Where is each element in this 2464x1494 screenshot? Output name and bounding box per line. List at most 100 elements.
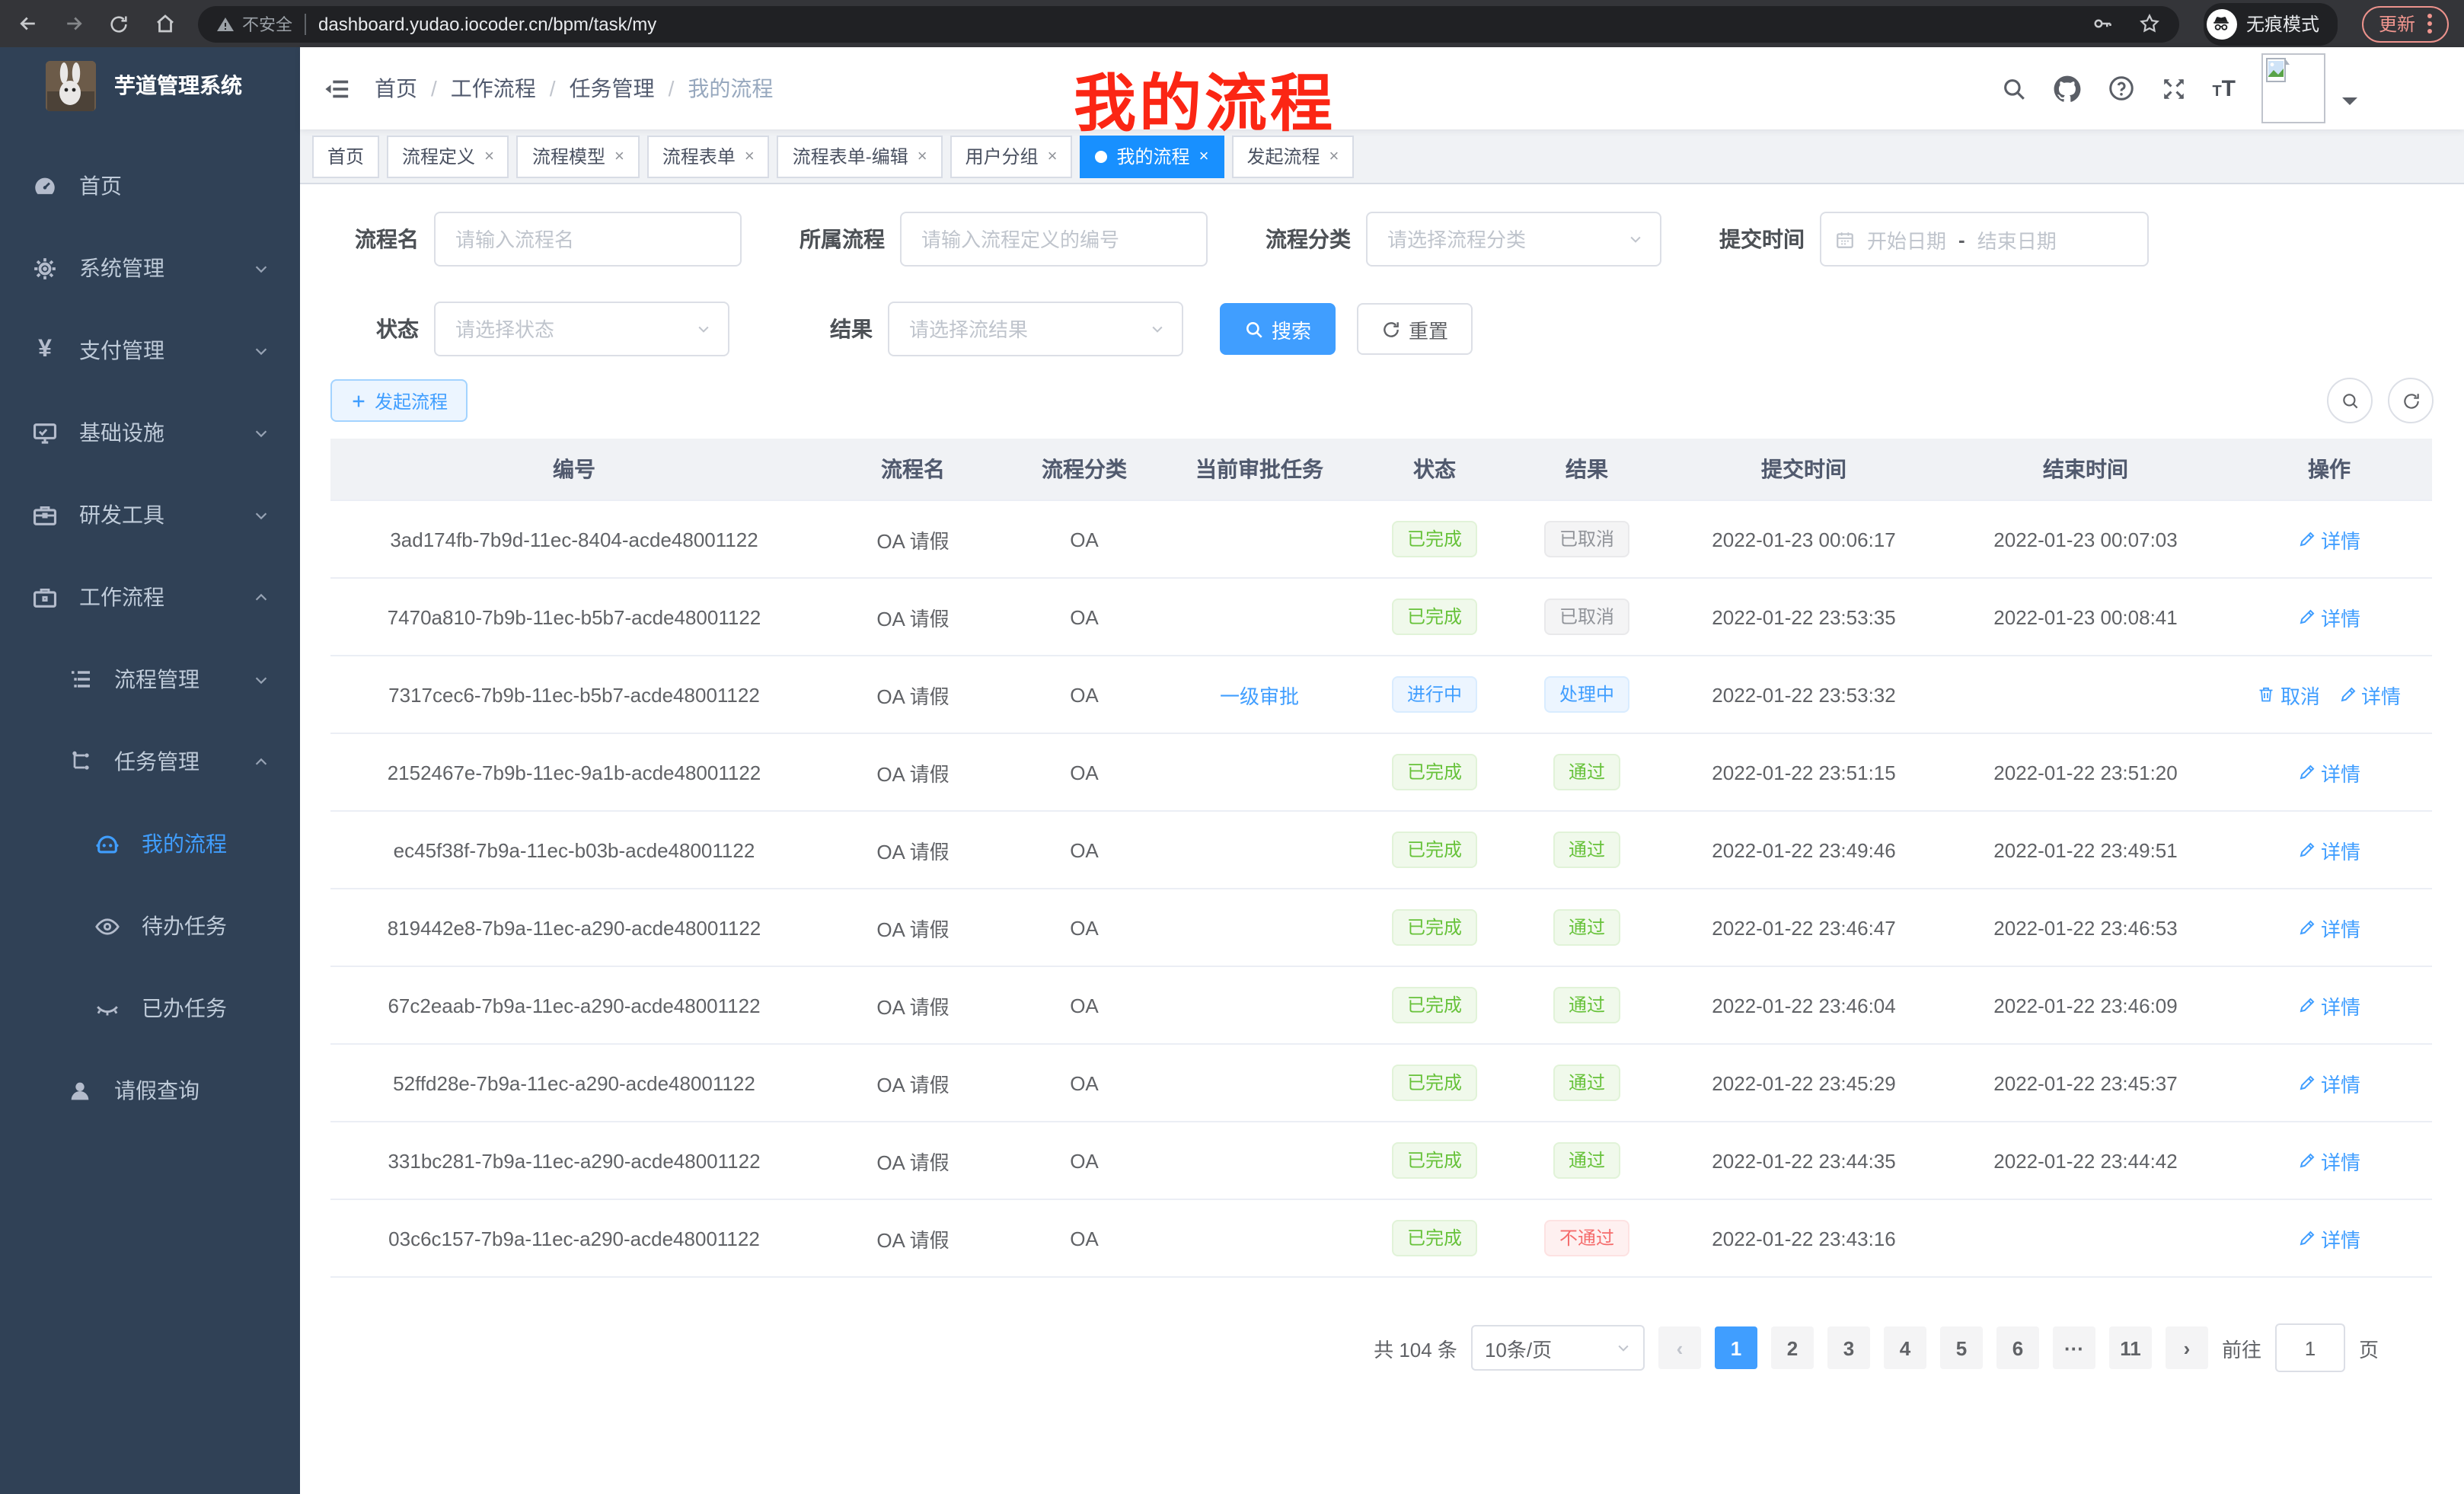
app-logo[interactable]: 芋道管理系统 xyxy=(0,47,300,123)
fullscreen-icon[interactable] xyxy=(2160,75,2186,101)
site-security-chip[interactable]: 不安全 xyxy=(216,11,292,36)
category-select[interactable] xyxy=(1366,212,1661,267)
detail-action[interactable]: 详情 xyxy=(2298,835,2360,864)
sidebar-item-devtools[interactable]: 研发工具 xyxy=(0,474,300,556)
page-button[interactable]: 1 xyxy=(1715,1326,1757,1369)
detail-action[interactable]: 详情 xyxy=(2298,602,2360,631)
key-icon[interactable] xyxy=(2091,12,2114,35)
create-process-button[interactable]: 发起流程 xyxy=(330,379,468,422)
help-icon[interactable] xyxy=(2107,75,2134,102)
browser-menu-icon[interactable] xyxy=(2427,14,2432,34)
page-button[interactable]: 5 xyxy=(1940,1326,1983,1369)
detail-action[interactable]: 详情 xyxy=(2298,913,2360,942)
process-name-input[interactable] xyxy=(452,226,723,252)
cell-submit-time: 2022-01-22 23:46:47 xyxy=(1663,889,1945,966)
close-icon[interactable]: × xyxy=(918,147,927,165)
sidebar-item-infra[interactable]: 基础设施 xyxy=(0,391,300,474)
reset-button[interactable]: 重置 xyxy=(1357,303,1473,355)
prev-page-button[interactable]: ‹ xyxy=(1658,1326,1701,1369)
sidebar-item-leave-query[interactable]: 请假查询 xyxy=(0,1049,300,1132)
detail-action[interactable]: 详情 xyxy=(2298,525,2360,554)
tab-home[interactable]: 首页 xyxy=(312,135,379,177)
detail-action[interactable]: 详情 xyxy=(2298,991,2360,1020)
plus-icon xyxy=(350,392,367,409)
page-button[interactable]: 3 xyxy=(1827,1326,1870,1369)
tab-start-process[interactable]: 发起流程× xyxy=(1231,135,1354,177)
table-refresh-button[interactable] xyxy=(2388,378,2434,423)
status-badge: 已完成 xyxy=(1392,754,1477,790)
breadcrumb-task-mgmt[interactable]: 任务管理 xyxy=(570,73,655,104)
detail-action[interactable]: 详情 xyxy=(2298,758,2360,787)
cell-status: 已完成 xyxy=(1358,889,1511,966)
search-button[interactable]: 搜索 xyxy=(1220,303,1336,355)
close-icon[interactable]: × xyxy=(745,147,755,165)
tab-process-form[interactable]: 流程表单× xyxy=(647,135,770,177)
cell-actions: 详情 xyxy=(2226,966,2432,1044)
page-button[interactable]: 4 xyxy=(1884,1326,1926,1369)
table-search-button[interactable] xyxy=(2327,378,2373,423)
github-icon[interactable] xyxy=(2052,74,2081,103)
sidebar-item-payment[interactable]: ¥ 支付管理 xyxy=(0,309,300,391)
status-select-input[interactable] xyxy=(452,316,687,342)
next-page-button[interactable]: › xyxy=(2166,1326,2208,1369)
breadcrumb-workflow[interactable]: 工作流程 xyxy=(451,73,536,104)
hamburger-icon[interactable] xyxy=(300,75,375,101)
tab-user-group[interactable]: 用户分组× xyxy=(950,135,1073,177)
detail-action[interactable]: 详情 xyxy=(2298,1224,2360,1253)
close-icon[interactable]: × xyxy=(1048,147,1058,165)
sidebar-item-workflow[interactable]: 工作流程 xyxy=(0,556,300,638)
font-size-icon[interactable]: TT xyxy=(2212,75,2236,101)
cancel-action[interactable]: 取消 xyxy=(2258,680,2320,709)
url-bar[interactable]: 不安全 dashboard.yudao.iocoder.cn/bpm/task/… xyxy=(198,5,2179,42)
tab-my-process[interactable]: 我的流程× xyxy=(1080,135,1224,177)
cell-id: 03c6c157-7b9a-11ec-a290-acde48001122 xyxy=(330,1199,818,1277)
page-button[interactable]: 6 xyxy=(1996,1326,2039,1369)
search-icon[interactable] xyxy=(2000,75,2026,101)
result-select-input[interactable] xyxy=(906,316,1141,342)
sidebar-item-todo-tasks[interactable]: 待办任务 xyxy=(0,885,300,967)
goto-page-input[interactable] xyxy=(2275,1323,2345,1372)
browser-back-icon[interactable] xyxy=(15,11,40,36)
sidebar-item-task-mgmt[interactable]: 任务管理 xyxy=(0,720,300,803)
detail-action[interactable]: 详情 xyxy=(2298,1146,2360,1175)
sidebar-item-done-tasks[interactable]: 已办任务 xyxy=(0,967,300,1049)
sidebar-item-home[interactable]: 首页 xyxy=(0,145,300,227)
parent-process-input[interactable] xyxy=(918,226,1189,252)
close-icon[interactable]: × xyxy=(1329,147,1339,165)
status-select[interactable] xyxy=(434,302,729,356)
filter-label-process-name: 流程名 xyxy=(330,224,419,254)
browser-home-icon[interactable] xyxy=(152,11,177,36)
tab-process-form-edit[interactable]: 流程表单-编辑× xyxy=(777,135,943,177)
sidebar-item-system[interactable]: 系统管理 xyxy=(0,227,300,309)
browser-reload-icon[interactable] xyxy=(107,11,131,36)
breadcrumb-home[interactable]: 首页 xyxy=(375,73,417,104)
close-icon[interactable]: × xyxy=(614,147,624,165)
detail-action[interactable]: 详情 xyxy=(2338,680,2401,709)
sidebar-item-process-mgmt[interactable]: 流程管理 xyxy=(0,638,300,720)
result-select[interactable] xyxy=(888,302,1183,356)
cell-submit-time: 2022-01-22 23:43:16 xyxy=(1663,1199,1945,1277)
close-icon[interactable]: × xyxy=(1199,147,1209,165)
sidebar-item-my-process[interactable]: 我的流程 xyxy=(0,803,300,885)
page-button[interactable]: 11 xyxy=(2109,1326,2152,1369)
cell-submit-time: 2022-01-22 23:53:35 xyxy=(1663,578,1945,656)
tab-process-definition[interactable]: 流程定义× xyxy=(387,135,509,177)
detail-action[interactable]: 详情 xyxy=(2298,1068,2360,1097)
cell-id: 331bc281-7b9a-11ec-a290-acde48001122 xyxy=(330,1122,818,1199)
submit-time-range-picker[interactable]: 开始日期 - 结束日期 xyxy=(1820,212,2149,267)
cell-name: OA 请假 xyxy=(818,578,1008,656)
current-task-link[interactable]: 一级审批 xyxy=(1220,680,1299,709)
tab-process-model[interactable]: 流程模型× xyxy=(517,135,640,177)
close-icon[interactable]: × xyxy=(484,147,494,165)
bookmark-star-icon[interactable] xyxy=(2138,12,2161,35)
category-select-input[interactable] xyxy=(1384,226,1619,252)
browser-update-button[interactable]: 更新 xyxy=(2362,5,2449,42)
user-avatar[interactable] xyxy=(2261,53,2325,123)
page-ellipsis[interactable]: ··· xyxy=(2053,1326,2095,1369)
pagination: 共 104 条 10条/页 ‹ 123456···11 › 前往 页 xyxy=(330,1323,2434,1372)
page-size-select[interactable]: 10条/页 xyxy=(1471,1325,1645,1371)
browser-forward-icon[interactable] xyxy=(61,11,85,36)
page-button[interactable]: 2 xyxy=(1771,1326,1814,1369)
table-row: 67c2eaab-7b9a-11ec-a290-acde48001122OA 请… xyxy=(330,966,2432,1044)
caret-down-icon[interactable] xyxy=(2342,97,2357,113)
